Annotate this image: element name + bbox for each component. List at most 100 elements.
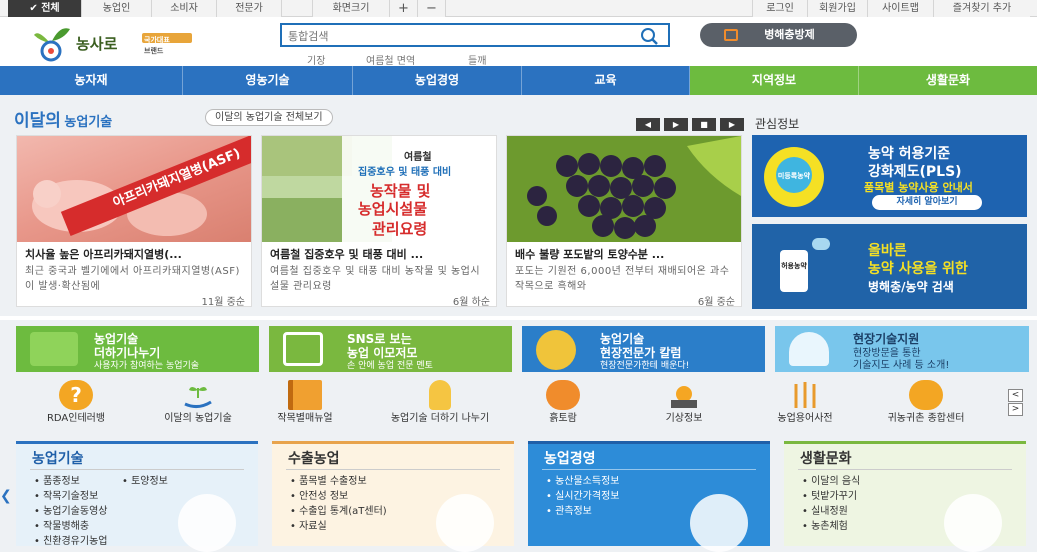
nav-item-materials[interactable]: 농자재	[0, 66, 183, 95]
box-link[interactable]: • 농촌체험	[802, 519, 848, 534]
sitemap-link[interactable]: 사이트맵	[868, 0, 934, 17]
building-icon	[944, 494, 1002, 552]
quick-link-month-tech[interactable]: 이달의 농업기술	[148, 380, 248, 436]
greenhouse-photo	[262, 136, 352, 176]
books-icon	[30, 332, 78, 366]
pls-banner[interactable]: 미등록농약 농약 허용기준 강화제도(PLS) 품목별 농약사용 안내서 자세히…	[752, 135, 1027, 217]
quick-link-rda-interrobang[interactable]: ? RDA인테러뱅	[26, 380, 126, 436]
logo-text: 농사로	[76, 35, 118, 53]
tech-card[interactable]: 배수 불량 포도밭의 토양수분 ... 포도는 기원전 6,000년 전부터 재…	[506, 135, 742, 308]
tab-expert[interactable]: 전문가	[217, 0, 282, 17]
site-logo[interactable]: 농사로 국가대표 브랜드	[30, 21, 200, 63]
card-month: 6월 중순	[697, 297, 735, 308]
zoom-out-button[interactable]: −	[418, 0, 446, 17]
boxes-prev-arrow[interactable]: ❮	[0, 488, 12, 504]
month-tech-title: 이달의 농업기술	[14, 106, 112, 131]
card-month: 11월 중순	[201, 297, 245, 308]
nav-item-farming-tech[interactable]: 영농기술	[183, 66, 353, 95]
feature-field-support[interactable]: 현장기술지원 현장방문을 통한 기술지도 사례 등 소개!	[775, 326, 1029, 372]
box-link[interactable]: • 안전성 정보	[290, 489, 348, 504]
bookmark-link[interactable]: 즐겨찾기 추가	[934, 0, 1030, 17]
nav-item-management[interactable]: 농업경영	[353, 66, 522, 95]
quick-link-label: 농업용어사전	[777, 413, 833, 424]
list-search-icon	[724, 29, 738, 41]
login-link[interactable]: 로그인	[752, 0, 808, 17]
tab-all[interactable]: ✔ 전체	[8, 0, 82, 17]
box-link[interactable]: • 수출입 통계(aT센터)	[290, 504, 387, 519]
box-link[interactable]: • 자료실	[290, 519, 327, 534]
quick-link-weather[interactable]: 기상정보	[634, 380, 734, 436]
quick-link-label: 귀농귀촌 종합센터	[887, 413, 965, 424]
quick-link-label: 흙토람	[549, 413, 577, 424]
slider-prev-button[interactable]: ◀	[636, 118, 660, 131]
banner-line3: 품목별 농약사용 안내서	[864, 181, 973, 194]
month-all-link[interactable]: 이달의 농업기술 전체보기	[205, 109, 333, 126]
nav-item-regional[interactable]: 지역정보	[690, 66, 859, 95]
box-link[interactable]: • 작물병해충	[34, 519, 89, 534]
spray-icon	[812, 238, 830, 250]
tab-farmer[interactable]: 농업인	[82, 0, 152, 17]
tech-card[interactable]: 여름철 집중호우 및 태풍 대비 농작물 및 농업시설물 관리요령 여름철 집중…	[261, 135, 497, 308]
sprout-hand-icon	[184, 387, 212, 409]
card-img-main: 관리요령	[372, 220, 428, 238]
box-link[interactable]: • 관측정보	[546, 504, 592, 519]
slider-next-button[interactable]: ▶	[720, 118, 744, 131]
feature-sns[interactable]: SNS로 보는 농업 이모저모 손 안에 농업 전문 멘토	[269, 326, 512, 372]
quick-link-label: 이달의 농업기술	[164, 413, 232, 424]
sun-cloud-icon	[671, 386, 697, 408]
box-divider	[286, 469, 500, 470]
card-image: 아프리카돼지열병(ASF)	[17, 136, 251, 242]
slider-stop-button[interactable]: ■	[692, 118, 716, 131]
section-divider	[0, 316, 1037, 320]
tab-consumer[interactable]: 소비자	[152, 0, 217, 17]
quick-link-share-tech[interactable]: 농업기술 더하기 나누기	[390, 380, 490, 436]
bulb-icon	[429, 380, 451, 410]
font-size-label: 화면크기	[312, 0, 390, 17]
box-link[interactable]: • 농산물소득정보	[546, 474, 619, 489]
box-link[interactable]: • 토양정보	[122, 474, 168, 489]
main-nav: 농자재 영농기술 농업경영 교육 지역정보 생활문화	[0, 66, 1037, 95]
pesticide-search-banner[interactable]: 허용농약 올바른 농약 사용을 위한 병해충/농약 검색	[752, 224, 1027, 309]
banner-line3: 병해충/농약 검색	[868, 280, 954, 294]
box-link[interactable]: • 이달의 음식	[802, 474, 860, 489]
box-link[interactable]: • 품목별 수출정보	[290, 474, 367, 489]
feature-expert-column[interactable]: 농업기술 현장전문가 칼럼 현장전문가한테 배운다!	[522, 326, 765, 372]
box-divider	[798, 469, 1012, 470]
quick-link-soil[interactable]: 흙토람	[513, 380, 613, 436]
box-link[interactable]: • 실시간가격정보	[546, 489, 619, 504]
quick-next-button[interactable]: >	[1008, 403, 1023, 416]
quick-link-label: 작목별매뉴얼	[277, 413, 333, 424]
box-link[interactable]: • 친환경유기농업	[34, 534, 107, 549]
month-title-b: 농업기술	[64, 115, 113, 130]
box-link[interactable]: • 농업기술동영상	[34, 504, 107, 519]
keyword-link[interactable]: 여름철 면역	[366, 52, 415, 67]
quick-prev-button[interactable]: <	[1008, 389, 1023, 402]
box-link[interactable]: • 텃밭가꾸기	[802, 489, 857, 504]
nav-item-education[interactable]: 교육	[522, 66, 690, 95]
top-utility-bar: ✔ 전체 농업인 소비자 전문가 화면크기 + − 로그인 회원가입 사이트맵 …	[0, 0, 1037, 17]
keyword-link[interactable]: 들깨	[468, 52, 486, 67]
quick-link-return-farm[interactable]: 귀농귀촌 종합센터	[876, 380, 976, 436]
box-link[interactable]: • 실내정원	[802, 504, 848, 519]
learn-more-button[interactable]: 자세히 알아보기	[872, 195, 982, 210]
card-img-main: 농업시설물	[358, 200, 428, 218]
nav-item-culture[interactable]: 생활문화	[859, 66, 1037, 95]
pest-control-button[interactable]: 병해충방제	[700, 23, 857, 47]
box-link[interactable]: • 작목기술정보	[34, 489, 98, 504]
feature-share-tech[interactable]: 농업기술 더하기나누기 사용자가 참여하는 농업기술	[16, 326, 259, 372]
box-divider	[542, 469, 756, 470]
quick-link-dictionary[interactable]: 농업용어사전	[755, 380, 855, 436]
quick-link-crop-manual[interactable]: 작목별매뉴얼	[255, 380, 355, 436]
box-culture: 생활문화 • 이달의 음식 • 텃밭가꾸기 • 실내정원 • 농촌체험	[784, 441, 1026, 552]
logo-badge-text: 국가대표	[144, 36, 170, 44]
card-img-sub: 집중호우 및 태풍 대비	[358, 167, 452, 178]
zoom-in-button[interactable]: +	[390, 0, 418, 17]
search-input[interactable]	[288, 27, 628, 45]
box-link[interactable]: • 품종정보	[34, 474, 80, 489]
search-icon[interactable]	[640, 27, 658, 45]
slider-play-button[interactable]: ▶	[664, 118, 688, 131]
month-title-a: 이달의	[14, 111, 61, 131]
keyword-link[interactable]: 기장	[307, 52, 325, 67]
tech-card[interactable]: 아프리카돼지열병(ASF) 치사율 높은 아프리카돼지열병(... 최근 중국과…	[16, 135, 252, 308]
signup-link[interactable]: 회원가입	[808, 0, 868, 17]
